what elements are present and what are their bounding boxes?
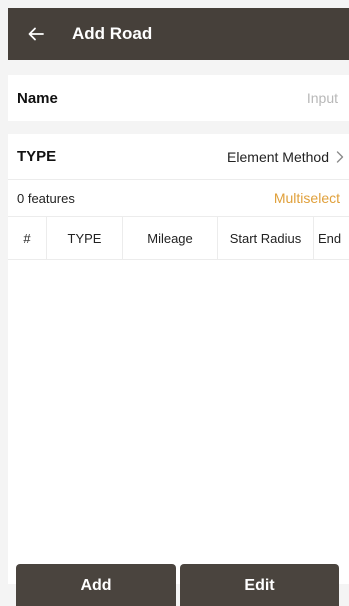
back-button[interactable] bbox=[22, 20, 50, 48]
column-header-mileage: Mileage bbox=[123, 217, 218, 259]
add-road-screen: Add Road Name TYPE Element Method 0 feat… bbox=[0, 0, 349, 606]
edit-button[interactable]: Edit bbox=[180, 564, 339, 606]
type-value: Element Method bbox=[227, 148, 329, 165]
table-header: # TYPE Mileage Start Radius End bbox=[8, 216, 349, 260]
app-bar: Add Road bbox=[8, 8, 349, 60]
type-label: TYPE bbox=[17, 148, 57, 165]
add-button[interactable]: Add bbox=[16, 564, 176, 606]
chevron-right-icon bbox=[335, 150, 345, 164]
name-row: Name bbox=[8, 75, 349, 121]
column-header-start-radius: Start Radius bbox=[218, 217, 314, 259]
multiselect-button[interactable]: Multiselect bbox=[274, 190, 340, 206]
name-input[interactable] bbox=[186, 89, 340, 107]
column-header-index: # bbox=[8, 217, 47, 259]
column-header-type: TYPE bbox=[47, 217, 123, 259]
features-count: 0 features bbox=[17, 190, 75, 206]
features-table[interactable]: # TYPE Mileage Start Radius End bbox=[8, 216, 349, 584]
arrow-left-icon bbox=[28, 27, 44, 41]
column-header-end: End bbox=[318, 230, 342, 246]
name-label: Name bbox=[17, 89, 58, 107]
type-selector[interactable]: Element Method bbox=[227, 149, 345, 165]
features-row: 0 features Multiselect bbox=[8, 180, 349, 216]
type-row[interactable]: TYPE Element Method bbox=[8, 134, 349, 180]
page-title: Add Road bbox=[72, 24, 153, 43]
